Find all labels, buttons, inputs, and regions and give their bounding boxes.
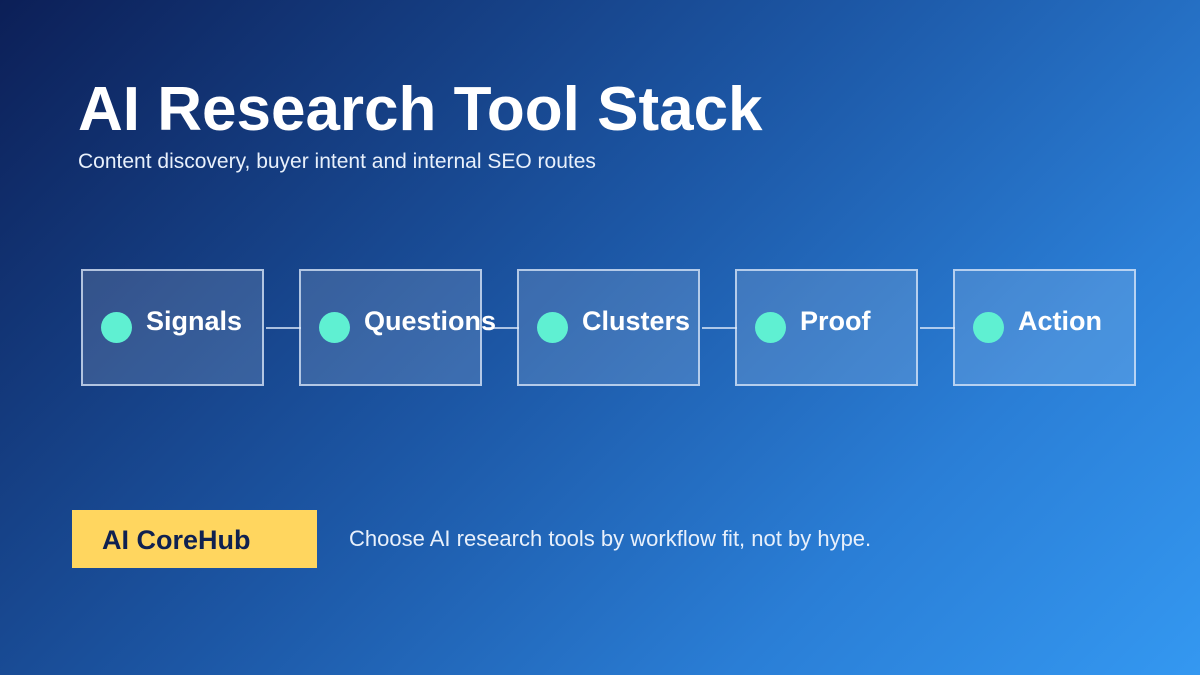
step-label: Questions — [364, 306, 497, 336]
step-dot-icon — [319, 312, 350, 343]
flow-step-clusters: Clusters — [517, 269, 700, 386]
page-subtitle: Content discovery, buyer intent and inte… — [78, 150, 596, 173]
flow-step-action: Action — [953, 269, 1136, 386]
step-label: Signals — [146, 306, 243, 336]
brand-badge: AI CoreHub — [72, 510, 317, 568]
page-title: AI Research Tool Stack — [78, 75, 763, 144]
flow-step-questions: Questions — [299, 269, 496, 386]
tagline: Choose AI research tools by workflow fit… — [349, 526, 872, 551]
step-dot-icon — [755, 312, 786, 343]
flow-step-proof: Proof — [735, 269, 918, 386]
step-dot-icon — [537, 312, 568, 343]
step-dot-icon — [101, 312, 132, 343]
flow-step-signals: Signals — [81, 269, 264, 386]
step-label: Clusters — [582, 306, 691, 336]
flow-connector — [702, 327, 737, 329]
step-dot-icon — [973, 312, 1004, 343]
step-label: Proof — [800, 306, 871, 336]
brand-badge-label: AI CoreHub — [102, 525, 251, 555]
flow-connector — [266, 327, 301, 329]
flow-connector — [920, 327, 955, 329]
step-label: Action — [1018, 306, 1102, 336]
